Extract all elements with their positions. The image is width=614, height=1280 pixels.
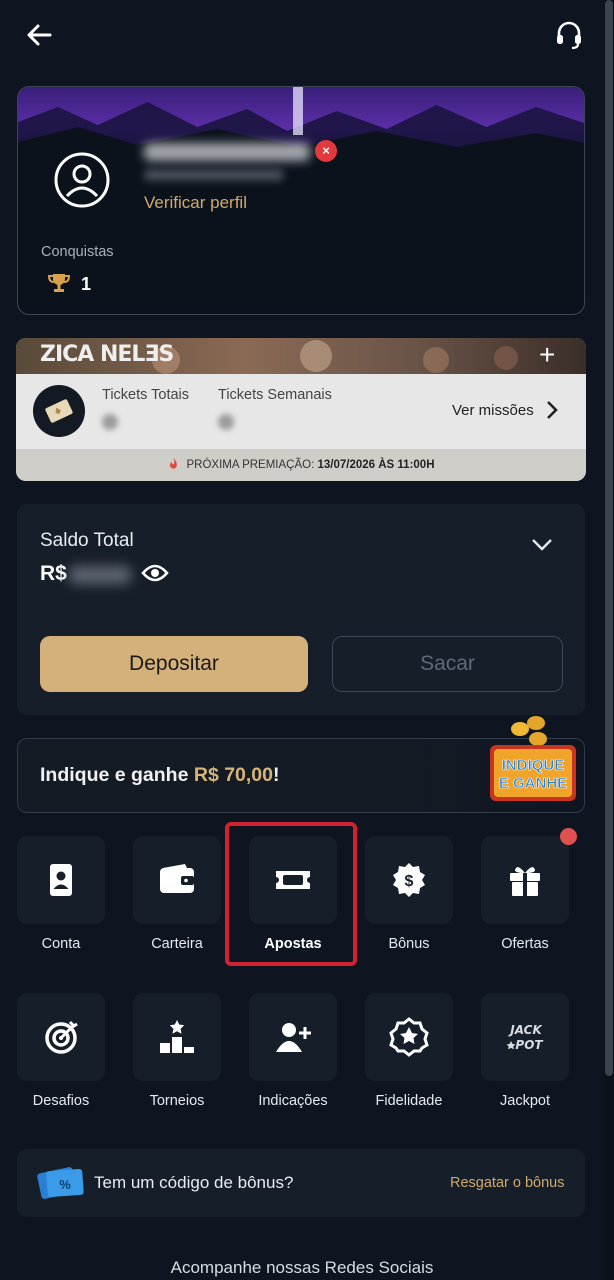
ticket-avatar — [33, 385, 85, 437]
plus-icon[interactable]: + — [539, 339, 555, 371]
balance-currency: R$ — [40, 562, 67, 585]
tickets-weekly-value-redacted — [218, 414, 234, 430]
profile-card: × Verificar perfil Conquistas 1 — [17, 86, 585, 315]
menu-conta-label: Conta — [41, 936, 81, 952]
tickets-weekly-label: Tickets Semanais — [218, 387, 332, 403]
menu-desafios-label: Desafios — [32, 1093, 90, 1109]
social-heading: Acompanhe nossas Redes Sociais — [170, 1258, 434, 1277]
user-name-redacted — [144, 143, 310, 161]
menu-fidelidade-label: Fidelidade — [375, 1093, 443, 1109]
dollar-badge-icon: $ — [393, 863, 425, 897]
notification-dot — [560, 828, 577, 845]
referral-badge-image: INDIQUE E GANHE — [490, 716, 576, 801]
menu-torneios[interactable] — [133, 993, 221, 1081]
next-prize-value: 13/07/2026 ÀS 11:00H — [317, 459, 435, 471]
menu-ofertas-label: Ofertas — [501, 936, 549, 952]
referral-text: Indique e ganhe R$ 70,00! — [40, 764, 280, 787]
next-prize-bar: PRÓXIMA PREMIAÇÃO: 13/07/2026 ÀS 11:00H — [16, 449, 586, 481]
missions-body: Tickets Totais Tickets Semanais Ver miss… — [16, 374, 586, 449]
golden-ticket-icon — [45, 399, 73, 423]
menu-carteira-label: Carteira — [151, 936, 203, 952]
balance-value-hidden — [69, 566, 131, 584]
unverified-badge: × — [315, 140, 337, 162]
withdraw-button[interactable]: Sacar — [332, 636, 563, 692]
badge-line1: INDIQUE — [502, 757, 565, 774]
chevron-down-icon[interactable] — [531, 538, 553, 552]
selection-highlight — [225, 822, 357, 966]
menu-carteira[interactable] — [133, 836, 221, 924]
scrollbar-thumb[interactable] — [605, 0, 613, 1076]
podium-icon — [160, 1020, 194, 1053]
trophy-icon — [47, 274, 71, 292]
achievements-label: Conquistas — [41, 244, 114, 260]
bonus-code-card: % Tem um código de bônus? Resgatar o bôn… — [17, 1149, 585, 1217]
tickets-total-value-redacted — [102, 414, 118, 430]
balance-title: Saldo Total — [40, 530, 134, 551]
redeem-bonus-link[interactable]: Resgatar o bônus — [450, 1175, 564, 1191]
avatar-icon[interactable] — [53, 151, 111, 209]
referral-amount: R$ 70,00 — [193, 764, 274, 786]
see-missions-link[interactable]: Ver missões — [452, 402, 534, 419]
referral-banner[interactable]: Indique e ganhe R$ 70,00! INDIQUE E GANH… — [17, 716, 585, 813]
headset-icon[interactable] — [552, 18, 586, 52]
tickets-total-label: Tickets Totais — [102, 387, 190, 403]
balance-card: Saldo Total R$ Depositar Sacar — [17, 504, 585, 715]
arrow-left-icon[interactable] — [22, 18, 56, 52]
menu-ofertas[interactable] — [481, 836, 569, 924]
eye-icon[interactable] — [141, 562, 169, 584]
menu-jackpot-label: Jackpot — [500, 1093, 550, 1109]
menu-fidelidade[interactable] — [365, 993, 453, 1081]
verify-profile-link[interactable]: Verificar perfil — [144, 193, 247, 213]
target-icon — [45, 1020, 78, 1054]
svg-text:JACK: JACK — [508, 1023, 543, 1037]
jackpot-icon: JACK POT — [506, 1023, 543, 1052]
top-bar — [0, 0, 614, 70]
menu-conta[interactable] — [17, 836, 105, 924]
menu-indicacoes[interactable] — [249, 993, 337, 1081]
referral-suffix: ! — [273, 764, 280, 786]
missions-card[interactable]: ZICA NELƎS + Tickets Totais Tickets Sema… — [16, 338, 586, 481]
menu-bonus[interactable]: $ — [365, 836, 453, 924]
svg-text:$: $ — [405, 873, 414, 890]
add-user-icon — [276, 1023, 311, 1052]
missions-logo: ZICA NELƎS — [40, 342, 174, 367]
menu-torneios-label: Torneios — [149, 1093, 205, 1109]
svg-text:POT: POT — [515, 1038, 543, 1052]
menu-jackpot[interactable]: JACK POT — [481, 993, 569, 1081]
achievements-count: 1 — [81, 274, 92, 294]
svg-text:%: % — [59, 1177, 71, 1192]
scrollbar-track[interactable] — [604, 0, 614, 1280]
fire-icon — [170, 457, 178, 469]
user-id-redacted — [144, 169, 284, 181]
coupon-icon: % — [37, 1167, 84, 1199]
gift-icon — [510, 867, 540, 896]
bonus-code-question: Tem um código de bônus? — [94, 1173, 294, 1192]
menu-indicacoes-label: Indicações — [258, 1093, 328, 1109]
deposit-button[interactable]: Depositar — [40, 636, 308, 692]
badge-line2: E GANHE — [499, 775, 567, 792]
menu-desafios[interactable] — [17, 993, 105, 1081]
wallet-icon — [160, 864, 194, 893]
chevron-right-icon[interactable] — [544, 400, 560, 420]
star-medal-icon — [389, 1017, 429, 1057]
menu-bonus-label: Bônus — [388, 936, 430, 952]
id-card-icon — [50, 864, 72, 896]
referral-lead: Indique e ganhe — [40, 764, 194, 786]
next-prize-label: PRÓXIMA PREMIAÇÃO: — [186, 459, 315, 471]
